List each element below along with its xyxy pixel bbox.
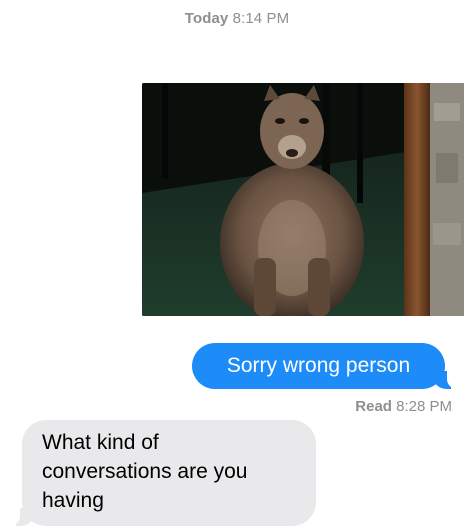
image-attachment[interactable] bbox=[142, 83, 464, 316]
outgoing-message-text: Sorry wrong person bbox=[226, 354, 411, 377]
incoming-message-line: having bbox=[42, 489, 104, 512]
incoming-message-line: What kind of bbox=[42, 431, 159, 454]
timestamp-day: Today bbox=[184, 10, 229, 27]
bubble-tail-mask bbox=[447, 369, 461, 389]
cougar-photo bbox=[142, 83, 464, 316]
incoming-message-bubble[interactable]: What kind of conversations are you havin… bbox=[6, 420, 316, 526]
outgoing-message-bubble[interactable]: Sorry wrong person bbox=[192, 343, 461, 389]
thread-timestamp: Today 8:14 PM bbox=[0, 10, 474, 27]
incoming-message-line: conversations are you bbox=[42, 460, 248, 483]
read-label: Read bbox=[355, 398, 392, 415]
message-thread: Today 8:14 PM Sorry wrong person Read 8:… bbox=[0, 0, 474, 529]
read-time: 8:28 PM bbox=[396, 398, 452, 415]
read-receipt: Read 8:28 PM bbox=[355, 398, 452, 415]
timestamp-time: 8:14 PM bbox=[232, 10, 290, 27]
